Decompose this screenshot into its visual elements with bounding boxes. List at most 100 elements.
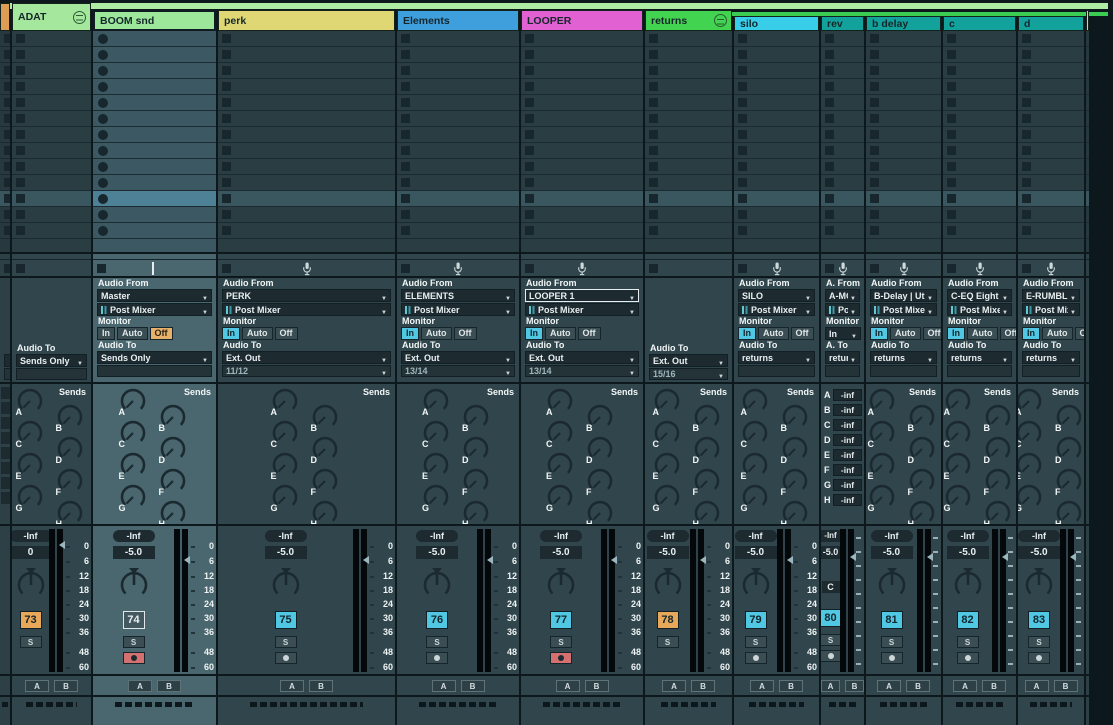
send-knob-g[interactable]: G <box>943 482 973 512</box>
send-knob-b[interactable]: B <box>907 402 937 432</box>
send-knob-d[interactable]: D <box>158 434 188 464</box>
pan-knob[interactable] <box>418 566 456 604</box>
clip-slot[interactable] <box>12 159 91 175</box>
audio-from-dropdown[interactable]: C-EQ Eight | <box>947 289 1012 302</box>
clip-slot[interactable] <box>1086 143 1089 159</box>
fader-marker-icon[interactable] <box>59 541 65 549</box>
peak-level-display[interactable]: -Inf <box>113 530 155 542</box>
send-knob-e[interactable]: E <box>740 450 770 480</box>
clip-slot[interactable] <box>821 127 864 143</box>
crossfade-b-button[interactable]: B <box>461 680 485 692</box>
clip-stop-button[interactable] <box>1090 82 1091 91</box>
audio-to-dropdown[interactable]: Sends Only <box>97 351 212 364</box>
send-knob-g[interactable]: G <box>421 482 451 512</box>
send-knob-c[interactable]: C <box>421 418 451 448</box>
monitor-off-button[interactable]: Off <box>1000 327 1017 340</box>
audio-to-dropdown[interactable] <box>4 354 10 367</box>
clip-stop-button[interactable] <box>870 226 879 235</box>
send-knob-f[interactable]: F <box>55 466 85 496</box>
track-stop-button[interactable] <box>16 264 25 273</box>
clip-slot[interactable] <box>93 79 216 95</box>
send-knob-d[interactable]: D <box>461 434 491 464</box>
clip-stop-button[interactable] <box>649 66 658 75</box>
output-channel-dropdown[interactable]: 15/16 <box>649 368 728 380</box>
send-knob-e[interactable]: E <box>421 450 451 480</box>
send-amount-field[interactable]: -inf <box>833 434 862 446</box>
send-knob-d[interactable]: D <box>692 434 722 464</box>
send-knob-f[interactable]: F <box>907 466 937 496</box>
send-knob-e[interactable]: E <box>270 450 300 480</box>
clip-slot[interactable] <box>397 111 519 127</box>
clip-stop-button[interactable] <box>1022 146 1031 155</box>
clip-stop-button[interactable] <box>947 194 956 203</box>
clip-stop-button[interactable] <box>222 162 231 171</box>
send-knob-c[interactable]: C <box>15 418 45 448</box>
clip-stop-button[interactable] <box>1022 226 1031 235</box>
clip-stop-button[interactable] <box>1090 146 1091 155</box>
send-knob-a[interactable]: A <box>545 386 575 416</box>
clip-stop-button[interactable] <box>870 98 879 107</box>
clip-slot[interactable] <box>1018 95 1084 111</box>
clip-slot[interactable] <box>218 63 395 79</box>
peak-level-display[interactable]: -Inf <box>647 530 689 542</box>
clip-stop-button[interactable] <box>870 34 879 43</box>
clip-slot[interactable] <box>821 95 864 111</box>
clip-slot[interactable] <box>218 127 395 143</box>
clip-slot[interactable] <box>866 223 941 239</box>
clip-stop-button[interactable] <box>1022 114 1031 123</box>
track-header[interactable] <box>0 3 10 31</box>
clip-stop-button[interactable] <box>222 82 231 91</box>
track-stop-button[interactable] <box>1022 264 1031 273</box>
clip-slot[interactable] <box>1086 31 1089 47</box>
clip-stop-button[interactable] <box>649 178 658 187</box>
clip-slot[interactable] <box>93 63 216 79</box>
crossfade-a-button[interactable]: A <box>1025 680 1049 692</box>
send-knob-d[interactable]: D <box>310 434 340 464</box>
clip-stop-button[interactable] <box>4 98 12 107</box>
monitor-in-button[interactable]: In <box>870 327 888 340</box>
crossfade-b-button[interactable]: B <box>157 680 181 692</box>
clip-stop-button[interactable] <box>649 226 658 235</box>
clip-slot[interactable] <box>93 207 216 223</box>
clip-stop-button[interactable] <box>525 82 534 91</box>
clip-stop-button[interactable] <box>1090 130 1091 139</box>
send-knob-h[interactable]: H <box>907 498 937 526</box>
output-channel-dropdown[interactable] <box>1022 365 1080 377</box>
clip-slot[interactable] <box>734 111 819 127</box>
output-channel-dropdown[interactable]: 13/14 <box>401 365 515 377</box>
clip-slot[interactable] <box>218 143 395 159</box>
monitor-in-button[interactable]: In <box>525 327 543 340</box>
track-activator-button[interactable]: 81 <box>881 611 903 629</box>
clip-slot[interactable] <box>218 31 395 47</box>
fader-marker-icon[interactable] <box>787 556 793 564</box>
fader-marker-icon[interactable] <box>1070 553 1076 561</box>
clip-slot-selected-scene[interactable] <box>218 191 395 207</box>
track-activator-button[interactable]: 80 <box>821 609 842 627</box>
clip-stop-button[interactable] <box>222 66 231 75</box>
track-header[interactable]: silo <box>734 16 819 31</box>
solo-button[interactable]: S <box>957 636 979 648</box>
send-knob-a[interactable]: A <box>867 386 897 416</box>
track-activator-button[interactable]: 73 <box>20 611 42 629</box>
crossfade-b-button[interactable]: B <box>845 680 864 692</box>
volume-field[interactable]: -5.0 <box>540 546 582 559</box>
clip-slot[interactable] <box>521 79 643 95</box>
clip-slot[interactable] <box>218 111 395 127</box>
audio-to-dropdown[interactable]: returns <box>1022 351 1080 364</box>
clip-slot[interactable] <box>218 207 395 223</box>
send-knob-d[interactable]: D <box>983 434 1013 464</box>
clip-slot[interactable] <box>734 175 819 191</box>
clip-stop-button[interactable] <box>4 114 12 123</box>
clip-slot[interactable] <box>0 207 10 223</box>
peak-level-display[interactable]: -Inf <box>947 530 989 542</box>
crossfade-b-button[interactable]: B <box>309 680 333 692</box>
solo-button[interactable]: S <box>20 636 42 648</box>
clip-slot[interactable] <box>397 207 519 223</box>
clip-stop-button[interactable] <box>525 34 534 43</box>
clip-stop-button[interactable] <box>1022 162 1031 171</box>
clip-slot[interactable] <box>521 31 643 47</box>
channel-tap-dropdown[interactable]: Post Mixer <box>1022 303 1080 316</box>
clip-slot[interactable] <box>734 31 819 47</box>
clip-stop-button[interactable] <box>1022 210 1031 219</box>
clip-slot[interactable] <box>218 175 395 191</box>
